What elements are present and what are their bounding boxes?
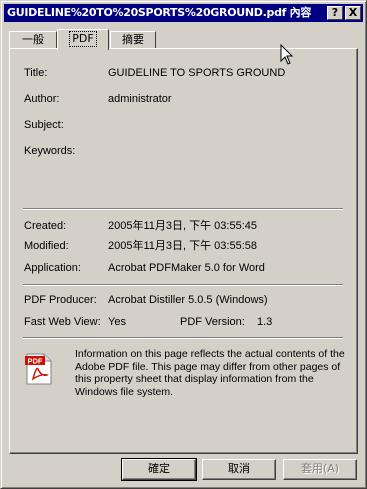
tab-pdf[interactable]: PDF xyxy=(57,29,109,50)
subject-label: Subject: xyxy=(24,119,64,131)
separator xyxy=(23,208,343,210)
created-label: Created: xyxy=(24,220,67,232)
separator xyxy=(23,284,343,286)
window-title: GUIDELINE%20TO%20SPORTS%20GROUND.pdf 內容 xyxy=(7,6,312,19)
pdf-version-label: PDF Version: xyxy=(180,316,245,328)
tab-summary[interactable]: 摘要 xyxy=(110,31,156,49)
info-text: Information on this page reflects the ac… xyxy=(75,348,345,398)
pdf-producer-value: Acrobat Distiller 5.0.5 (Windows) xyxy=(108,294,268,306)
fast-web-view-value: Yes xyxy=(108,316,126,328)
keywords-label: Keywords: xyxy=(24,145,76,157)
tab-general[interactable]: 一般 xyxy=(9,31,57,49)
title-label: Title: xyxy=(24,67,48,79)
close-button[interactable]: X xyxy=(345,6,361,20)
application-value: Acrobat PDFMaker 5.0 for Word xyxy=(108,262,265,274)
tab-pdf-label: PDF xyxy=(69,31,97,47)
modified-label: Modified: xyxy=(24,240,69,252)
modified-value: 2005年11月3日, 下午 03:55:58 xyxy=(108,240,257,252)
pdf-version-value: 1.3 xyxy=(257,316,273,328)
mouse-cursor-icon xyxy=(280,44,294,65)
ok-button[interactable]: 確定 xyxy=(121,458,197,481)
tab-general-label: 一般 xyxy=(22,33,44,46)
title-bar[interactable]: GUIDELINE%20TO%20SPORTS%20GROUND.pdf 內容 … xyxy=(4,4,363,22)
apply-button[interactable]: 套用(A) xyxy=(283,459,357,480)
pdf-icon-text: PDF xyxy=(28,357,43,366)
separator xyxy=(23,337,343,339)
properties-dialog: GUIDELINE%20TO%20SPORTS%20GROUND.pdf 內容 … xyxy=(0,0,367,489)
title-value: GUIDELINE TO SPORTS GROUND xyxy=(108,67,286,79)
tab-summary-label: 摘要 xyxy=(122,33,144,46)
pdf-file-icon: PDF xyxy=(25,353,52,385)
author-value: administrator xyxy=(108,93,172,105)
fast-web-view-label: Fast Web View: xyxy=(24,316,101,328)
pdf-producer-label: PDF Producer: xyxy=(24,294,97,306)
created-value: 2005年11月3日, 下午 03:55:45 xyxy=(108,220,257,232)
cancel-button[interactable]: 取消 xyxy=(202,459,276,480)
application-label: Application: xyxy=(24,262,81,274)
help-button[interactable]: ? xyxy=(327,6,343,20)
author-label: Author: xyxy=(24,93,60,105)
